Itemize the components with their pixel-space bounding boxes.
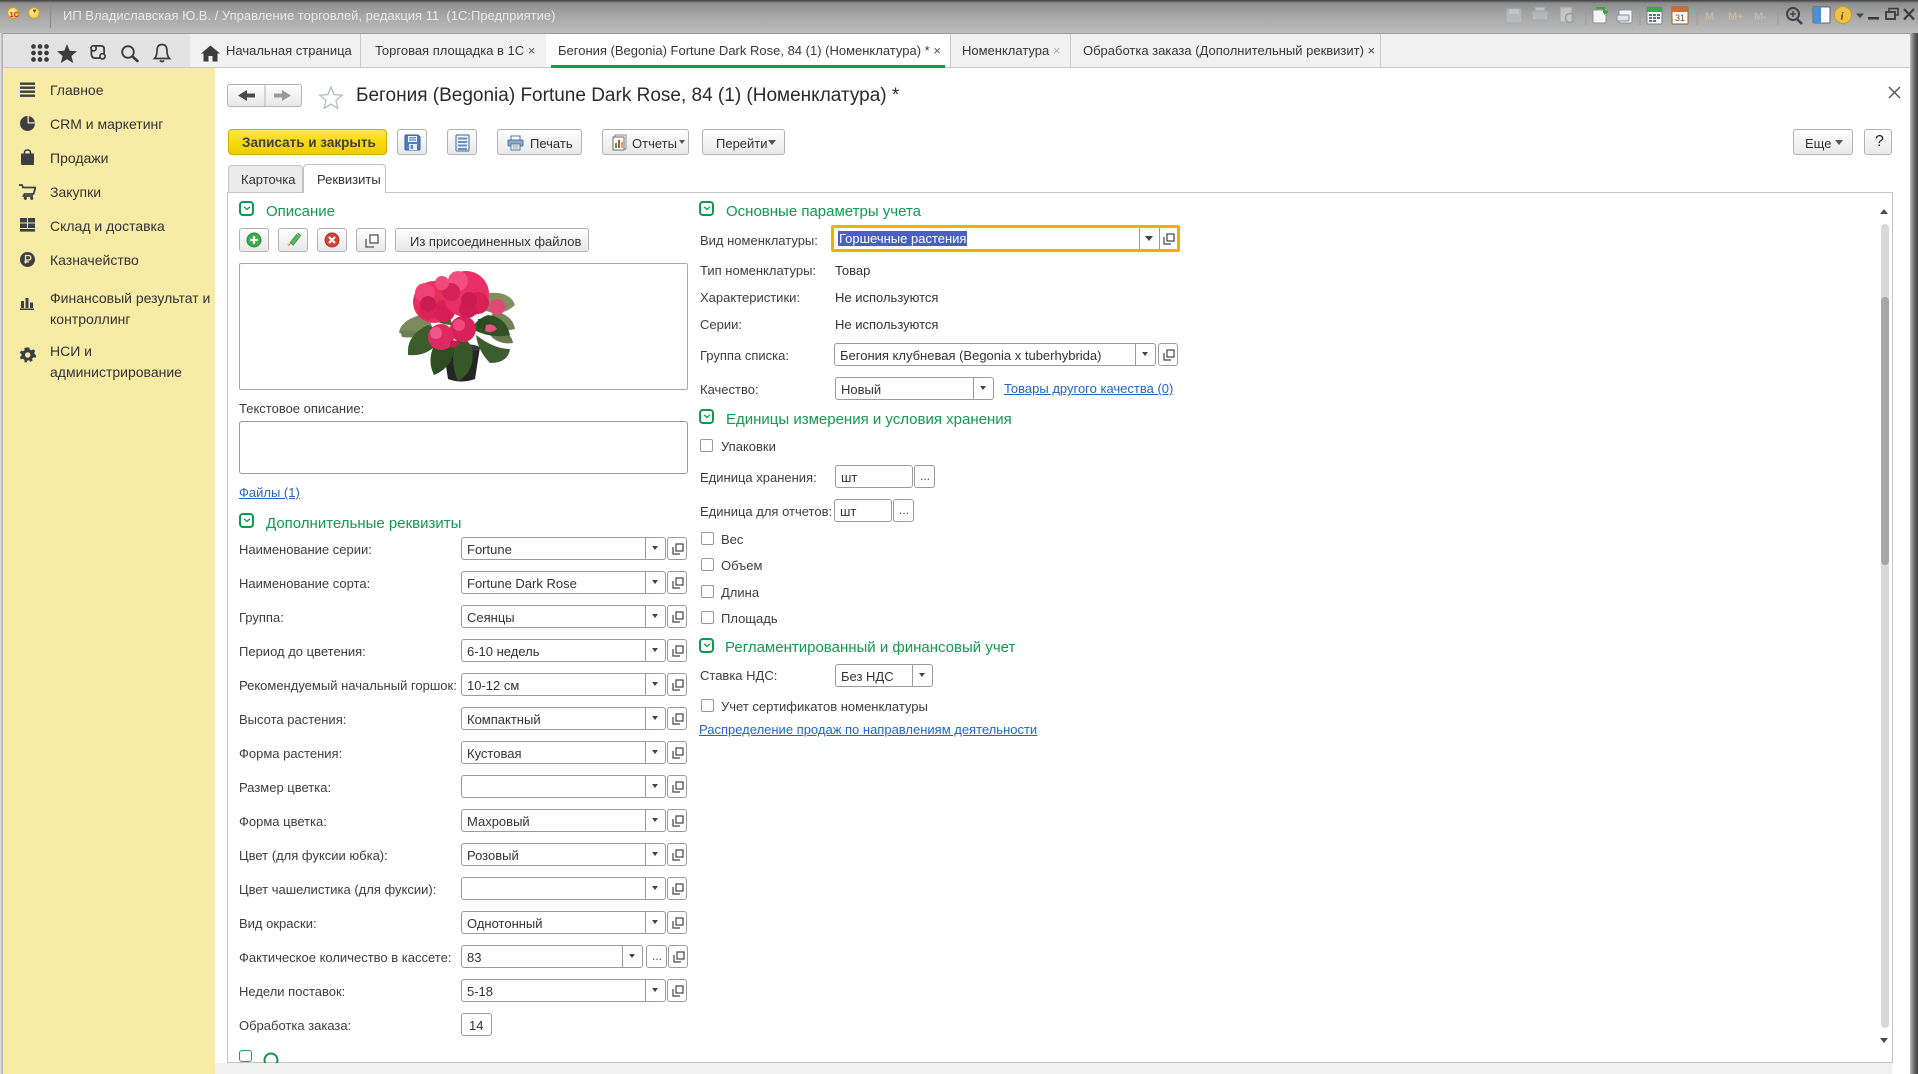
svg-text:M-: M- — [1754, 11, 1767, 23]
svg-text:M+: M+ — [1728, 11, 1744, 23]
svg-text:M: M — [1705, 11, 1714, 23]
svg-text:31: 31 — [1675, 13, 1685, 23]
